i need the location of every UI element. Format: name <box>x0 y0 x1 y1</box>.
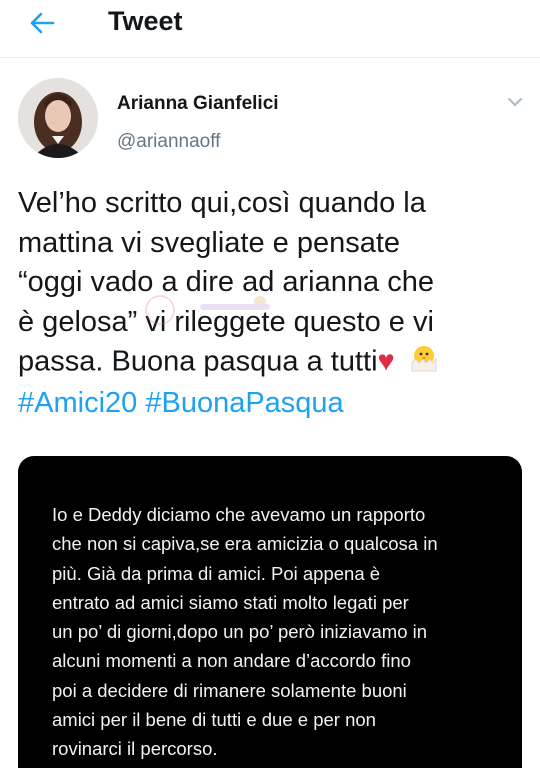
media-line: alcuni momenti a non andare d’accordo fi… <box>52 650 411 672</box>
media-line: rovinarci il percorso. <box>52 738 218 760</box>
author-name[interactable]: Arianna Gianfelici <box>117 93 279 115</box>
media-line: poi a decidere di rimanere solamente buo… <box>52 679 407 701</box>
hashtag-link[interactable]: #Amici20 <box>18 387 137 419</box>
page-title: Tweet <box>108 6 183 36</box>
media-line: entrato ad amici siamo stati molto legat… <box>52 591 409 613</box>
media-line: che non si capiva,se era amicizia o qual… <box>52 533 438 555</box>
tweet-line: è gelosa” vi rileggete questo e vi <box>18 305 434 338</box>
tweet-line: mattina vi svegliate e pensate <box>18 226 401 259</box>
arrow-left-icon <box>29 12 55 39</box>
author-handle[interactable]: @ariannaoff <box>117 131 220 153</box>
media-line: Io e Deddy diciamo che avevamo un rappor… <box>52 504 426 525</box>
tweet-line: passa. Buona pasqua a tutti <box>18 345 378 378</box>
chevron-down-icon <box>507 94 523 112</box>
heart-emoji-icon: ♥ <box>377 345 395 378</box>
media-line: più. Già da prima di amici. Poi appena è <box>52 562 381 584</box>
hashtag-link[interactable]: #BuonaPasqua <box>145 387 343 419</box>
top-bar: Tweet <box>0 0 540 58</box>
hatching-chick-icon <box>409 342 439 384</box>
tweet-text: Vel’ho scritto qui,così quando la mattin… <box>18 184 528 423</box>
media-image[interactable]: Io e Deddy diciamo che avevamo un rappor… <box>18 456 522 768</box>
media-line: amici per il bene di tutti e due e per n… <box>52 709 376 731</box>
back-button[interactable] <box>20 8 64 42</box>
media-text: Io e Deddy diciamo che avevamo un rappor… <box>52 500 512 764</box>
avatar[interactable] <box>18 78 98 158</box>
tweet-line-last: passa. Buona pasqua a tutti♥ <box>18 342 528 384</box>
media-line: un po’ di giorni,dopo un po’ però inizia… <box>52 621 428 643</box>
tweet-line: Vel’ho scritto qui,così quando la <box>18 187 426 219</box>
hashtag-row: #Amici20 #BuonaPasqua <box>18 384 528 424</box>
tweet-menu-button[interactable] <box>500 90 530 116</box>
tweet-line: “oggi vado a dire ad arianna che <box>18 266 434 298</box>
